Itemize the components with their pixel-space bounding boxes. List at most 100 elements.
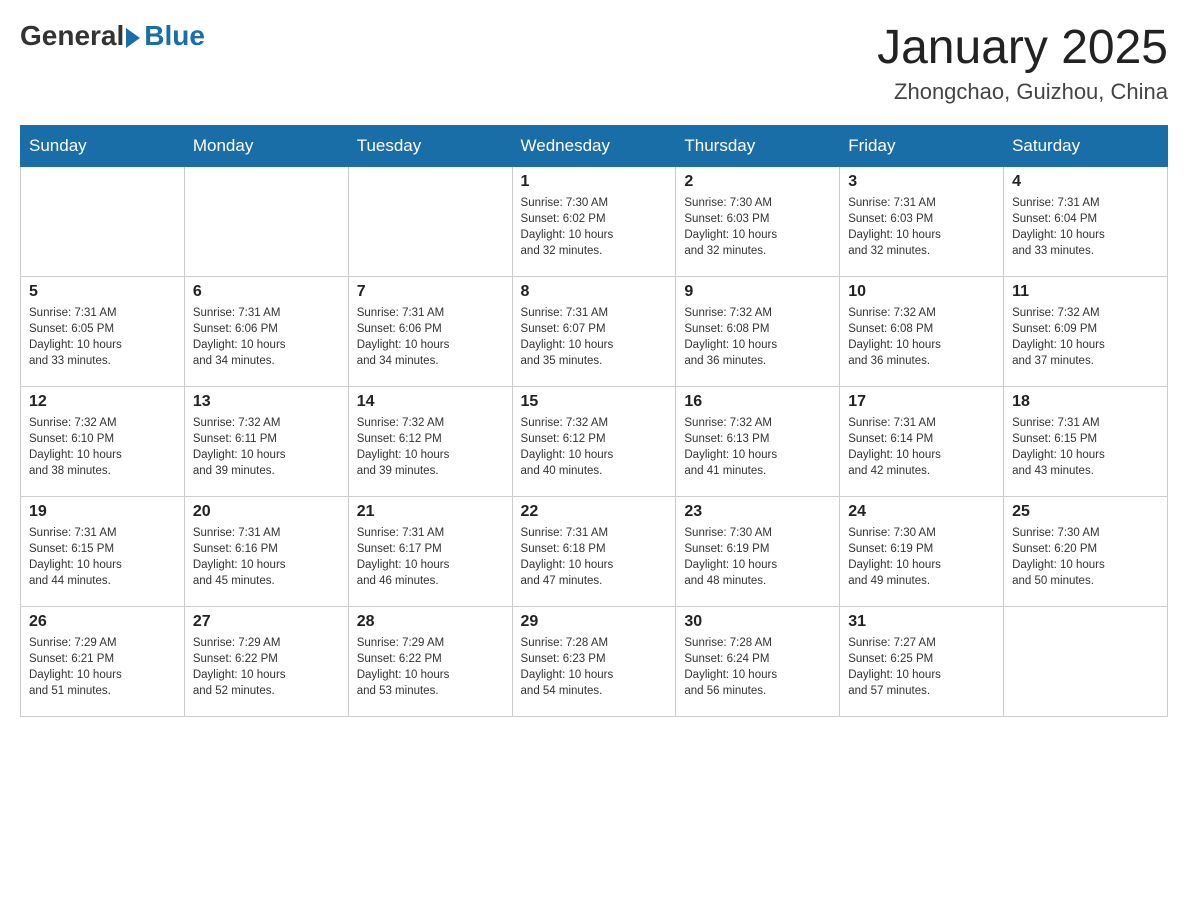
logo-blue-text: Blue	[144, 20, 205, 52]
calendar-cell: 29 Sunrise: 7:28 AM Sunset: 6:23 PM Dayli…	[512, 607, 676, 717]
calendar-week-5: 26Sunrise: 7:29 AM Sunset: 6:21 PM Dayli…	[21, 607, 1168, 717]
day-number: 27	[193, 613, 340, 631]
day-number: 12	[29, 393, 176, 411]
calendar-cell: 1Sunrise: 7:30 AM Sunset: 6:02 PM Daylig…	[512, 167, 676, 277]
calendar-cell: 27 Sunrise: 7:29 AM Sunset: 6:22 PM Dayli…	[184, 607, 348, 717]
calendar-cell: 18 Sunrise: 7:31 AM Sunset: 6:15 PM Dayli…	[1004, 387, 1168, 497]
calendar-header-tuesday: Tuesday	[348, 126, 512, 167]
calendar-cell: 26Sunrise: 7:29 AM Sunset: 6:21 PM Dayli…	[21, 607, 185, 717]
day-info: Sunrise: 7:31 AM Sunset: 6:16 PM Dayligh…	[193, 525, 340, 589]
calendar-cell: 11 Sunrise: 7:32 AM Sunset: 6:09 PM Dayli…	[1004, 277, 1168, 387]
logo: General Blue	[20, 20, 205, 52]
day-number: 5	[29, 283, 176, 301]
day-number: 7	[357, 283, 504, 301]
calendar-week-1: 1Sunrise: 7:30 AM Sunset: 6:02 PM Daylig…	[21, 167, 1168, 277]
day-number: 4	[1012, 173, 1159, 191]
calendar-header-saturday: Saturday	[1004, 126, 1168, 167]
day-number: 21	[357, 503, 504, 521]
day-number: 11	[1012, 283, 1159, 301]
day-number: 17	[848, 393, 995, 411]
day-info: Sunrise: 7:31 AM Sunset: 6:15 PM Dayligh…	[29, 525, 176, 589]
day-number: 13	[193, 393, 340, 411]
calendar-cell: 21 Sunrise: 7:31 AM Sunset: 6:17 PM Dayli…	[348, 497, 512, 607]
day-number: 1	[521, 173, 668, 191]
day-info: Sunrise: 7:31 AM Sunset: 6:04 PM Dayligh…	[1012, 195, 1159, 259]
calendar-cell: 14 Sunrise: 7:32 AM Sunset: 6:12 PM Dayli…	[348, 387, 512, 497]
calendar-cell: 20 Sunrise: 7:31 AM Sunset: 6:16 PM Dayli…	[184, 497, 348, 607]
calendar-cell: 9 Sunrise: 7:32 AM Sunset: 6:08 PM Daylig…	[676, 277, 840, 387]
day-info: Sunrise: 7:32 AM Sunset: 6:12 PM Dayligh…	[357, 415, 504, 479]
day-number: 23	[684, 503, 831, 521]
calendar-cell: 13Sunrise: 7:32 AM Sunset: 6:11 PM Dayli…	[184, 387, 348, 497]
month-title: January 2025	[877, 20, 1168, 75]
day-number: 2	[684, 173, 831, 191]
calendar-cell: 5 Sunrise: 7:31 AM Sunset: 6:05 PM Daylig…	[21, 277, 185, 387]
day-number: 3	[848, 173, 995, 191]
calendar-cell: 3Sunrise: 7:31 AM Sunset: 6:03 PM Daylig…	[840, 167, 1004, 277]
day-info: Sunrise: 7:30 AM Sunset: 6:03 PM Dayligh…	[684, 195, 831, 259]
day-info: Sunrise: 7:32 AM Sunset: 6:08 PM Dayligh…	[684, 305, 831, 369]
calendar-cell: 12Sunrise: 7:32 AM Sunset: 6:10 PM Dayli…	[21, 387, 185, 497]
calendar-header-row: SundayMondayTuesdayWednesdayThursdayFrid…	[21, 126, 1168, 167]
day-number: 8	[521, 283, 668, 301]
calendar-cell	[1004, 607, 1168, 717]
day-info: Sunrise: 7:31 AM Sunset: 6:17 PM Dayligh…	[357, 525, 504, 589]
calendar-week-2: 5 Sunrise: 7:31 AM Sunset: 6:05 PM Daylig…	[21, 277, 1168, 387]
calendar-cell	[184, 167, 348, 277]
calendar-cell: 22 Sunrise: 7:31 AM Sunset: 6:18 PM Dayli…	[512, 497, 676, 607]
calendar-header-wednesday: Wednesday	[512, 126, 676, 167]
day-info: Sunrise: 7:28 AM Sunset: 6:24 PM Dayligh…	[684, 635, 831, 699]
day-info: Sunrise: 7:32 AM Sunset: 6:13 PM Dayligh…	[684, 415, 831, 479]
day-info: Sunrise: 7:30 AM Sunset: 6:20 PM Dayligh…	[1012, 525, 1159, 589]
calendar-week-4: 19Sunrise: 7:31 AM Sunset: 6:15 PM Dayli…	[21, 497, 1168, 607]
calendar-cell: 25 Sunrise: 7:30 AM Sunset: 6:20 PM Dayli…	[1004, 497, 1168, 607]
day-number: 28	[357, 613, 504, 631]
day-info: Sunrise: 7:31 AM Sunset: 6:05 PM Dayligh…	[29, 305, 176, 369]
day-number: 31	[848, 613, 995, 631]
day-info: Sunrise: 7:28 AM Sunset: 6:23 PM Dayligh…	[521, 635, 668, 699]
day-number: 30	[684, 613, 831, 631]
calendar-cell	[21, 167, 185, 277]
day-number: 22	[521, 503, 668, 521]
day-info: Sunrise: 7:32 AM Sunset: 6:12 PM Dayligh…	[521, 415, 668, 479]
logo-arrow-icon	[126, 28, 140, 48]
calendar-cell: 17 Sunrise: 7:31 AM Sunset: 6:14 PM Dayli…	[840, 387, 1004, 497]
calendar-week-3: 12Sunrise: 7:32 AM Sunset: 6:10 PM Dayli…	[21, 387, 1168, 497]
day-info: Sunrise: 7:31 AM Sunset: 6:07 PM Dayligh…	[521, 305, 668, 369]
calendar-cell: 30 Sunrise: 7:28 AM Sunset: 6:24 PM Dayli…	[676, 607, 840, 717]
calendar-cell: 16 Sunrise: 7:32 AM Sunset: 6:13 PM Dayli…	[676, 387, 840, 497]
day-info: Sunrise: 7:31 AM Sunset: 6:14 PM Dayligh…	[848, 415, 995, 479]
day-number: 16	[684, 393, 831, 411]
logo-general-text: General	[20, 20, 124, 52]
day-info: Sunrise: 7:31 AM Sunset: 6:15 PM Dayligh…	[1012, 415, 1159, 479]
calendar-cell: 10Sunrise: 7:32 AM Sunset: 6:08 PM Dayli…	[840, 277, 1004, 387]
calendar-cell	[348, 167, 512, 277]
title-section: January 2025 Zhongchao, Guizhou, China	[877, 20, 1168, 105]
day-info: Sunrise: 7:31 AM Sunset: 6:06 PM Dayligh…	[193, 305, 340, 369]
calendar-header-friday: Friday	[840, 126, 1004, 167]
calendar-cell: 19Sunrise: 7:31 AM Sunset: 6:15 PM Dayli…	[21, 497, 185, 607]
calendar-header-sunday: Sunday	[21, 126, 185, 167]
day-number: 20	[193, 503, 340, 521]
day-info: Sunrise: 7:27 AM Sunset: 6:25 PM Dayligh…	[848, 635, 995, 699]
calendar-header-monday: Monday	[184, 126, 348, 167]
calendar-cell: 23 Sunrise: 7:30 AM Sunset: 6:19 PM Dayli…	[676, 497, 840, 607]
day-number: 18	[1012, 393, 1159, 411]
day-info: Sunrise: 7:31 AM Sunset: 6:18 PM Dayligh…	[521, 525, 668, 589]
calendar-cell: 2 Sunrise: 7:30 AM Sunset: 6:03 PM Daylig…	[676, 167, 840, 277]
calendar-cell: 8 Sunrise: 7:31 AM Sunset: 6:07 PM Daylig…	[512, 277, 676, 387]
day-info: Sunrise: 7:32 AM Sunset: 6:09 PM Dayligh…	[1012, 305, 1159, 369]
day-number: 9	[684, 283, 831, 301]
day-info: Sunrise: 7:29 AM Sunset: 6:21 PM Dayligh…	[29, 635, 176, 699]
calendar-cell: 6Sunrise: 7:31 AM Sunset: 6:06 PM Daylig…	[184, 277, 348, 387]
day-number: 25	[1012, 503, 1159, 521]
calendar-cell: 7Sunrise: 7:31 AM Sunset: 6:06 PM Daylig…	[348, 277, 512, 387]
day-number: 14	[357, 393, 504, 411]
calendar-cell: 15Sunrise: 7:32 AM Sunset: 6:12 PM Dayli…	[512, 387, 676, 497]
day-info: Sunrise: 7:29 AM Sunset: 6:22 PM Dayligh…	[193, 635, 340, 699]
day-info: Sunrise: 7:30 AM Sunset: 6:19 PM Dayligh…	[848, 525, 995, 589]
calendar-header-thursday: Thursday	[676, 126, 840, 167]
day-info: Sunrise: 7:30 AM Sunset: 6:19 PM Dayligh…	[684, 525, 831, 589]
page-header: General Blue January 2025 Zhongchao, Gui…	[20, 20, 1168, 105]
day-number: 29	[521, 613, 668, 631]
